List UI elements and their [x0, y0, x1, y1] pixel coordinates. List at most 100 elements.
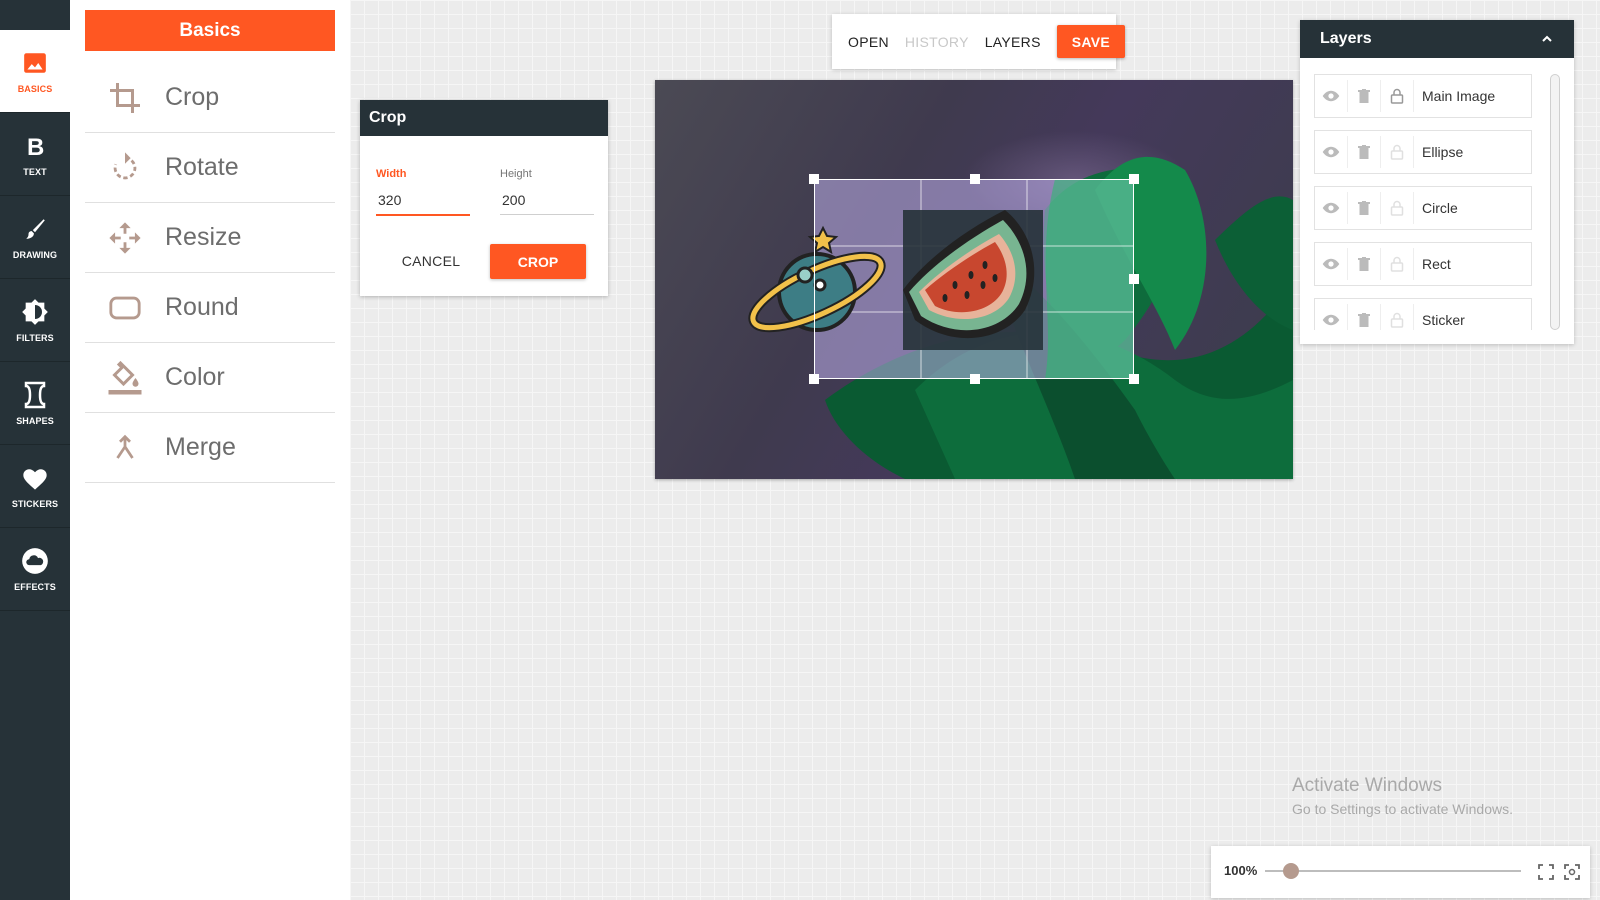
rotate-icon [85, 151, 165, 185]
nav-shapes-label: SHAPES [16, 416, 54, 426]
zoom-slider-track[interactable] [1265, 870, 1521, 872]
tool-merge[interactable]: Merge [85, 413, 335, 483]
layers-header: Layers [1300, 20, 1574, 58]
crop-handle-right[interactable] [1129, 274, 1139, 284]
layer-name: Circle [1422, 200, 1458, 216]
nav-drawing[interactable]: DRAWING [0, 196, 70, 279]
left-nav-rail: BASICS B TEXT DRAWING FILTERS SHAPES STI… [0, 0, 70, 900]
delete-trash-icon[interactable] [1348, 187, 1380, 229]
crop-handle-bottom[interactable] [970, 374, 980, 384]
lock-icon[interactable] [1381, 131, 1413, 173]
shape-icon [23, 380, 47, 410]
visibility-eye-icon[interactable] [1315, 299, 1347, 330]
layer-name: Rect [1422, 256, 1451, 272]
delete-trash-icon[interactable] [1348, 243, 1380, 285]
layer-row[interactable]: Rect [1314, 242, 1532, 286]
save-button[interactable]: SAVE [1056, 25, 1126, 58]
layers-scroll-thumb[interactable] [1550, 74, 1560, 330]
chevron-up-icon[interactable] [1540, 32, 1554, 51]
cancel-button[interactable]: CANCEL [388, 244, 474, 278]
nav-stickers[interactable]: STICKERS [0, 445, 70, 528]
tool-round-label: Round [165, 293, 239, 321]
zoom-slider-thumb[interactable] [1282, 863, 1299, 879]
fill-color-icon [85, 360, 165, 396]
image-canvas[interactable] [655, 80, 1293, 479]
tool-crop[interactable]: Crop [85, 63, 335, 133]
tool-crop-label: Crop [165, 83, 220, 111]
nav-stickers-label: STICKERS [11, 499, 59, 509]
tool-color-label: Color [165, 363, 225, 391]
layers-list: Main Image Ellipse Circle Rect Sticker [1314, 74, 1532, 330]
delete-trash-icon[interactable] [1348, 131, 1380, 173]
crop-selection-box[interactable] [809, 174, 1139, 384]
layer-row[interactable]: Ellipse [1314, 130, 1532, 174]
zoom-value: 100% [1224, 863, 1258, 878]
layer-name: Sticker [1422, 312, 1465, 328]
layer-row[interactable]: Circle [1314, 186, 1532, 230]
width-label: Width [376, 168, 407, 180]
nav-drawing-label: DRAWING [12, 250, 58, 260]
nav-basics-label: BASICS [17, 84, 53, 94]
layers-button[interactable]: LAYERS [985, 34, 1041, 50]
lock-icon[interactable] [1381, 75, 1413, 117]
height-label: Height [500, 168, 532, 180]
brush-icon [22, 214, 48, 244]
tool-color[interactable]: Color [85, 343, 335, 413]
visibility-eye-icon[interactable] [1315, 75, 1347, 117]
nav-filters[interactable]: FILTERS [0, 279, 70, 362]
layer-row[interactable]: Sticker [1314, 298, 1532, 330]
zoom-bar: 100% [1211, 846, 1590, 898]
basics-panel: Basics Crop Rotate Resize Round Color Me… [70, 0, 350, 900]
crop-icon [85, 80, 165, 116]
crop-dialog: Crop Width Height CANCEL CROP [360, 100, 608, 296]
lock-icon[interactable] [1381, 243, 1413, 285]
height-field: Height [500, 168, 594, 215]
nav-text-label: TEXT [23, 167, 47, 177]
brightness-icon [21, 297, 49, 327]
visibility-eye-icon[interactable] [1315, 131, 1347, 173]
crop-handle-top[interactable] [970, 174, 980, 184]
fit-screen-icon[interactable] [1537, 863, 1555, 886]
nav-effects-label: EFFECTS [14, 582, 56, 592]
crop-handle-bottom-right[interactable] [1129, 374, 1139, 384]
layer-row[interactable]: Main Image [1314, 74, 1532, 118]
tool-resize[interactable]: Resize [85, 203, 335, 273]
crop-button[interactable]: CROP [490, 244, 586, 279]
cloud-icon [21, 546, 49, 576]
visibility-eye-icon[interactable] [1315, 187, 1347, 229]
heart-icon [21, 463, 49, 493]
layer-name: Main Image [1422, 88, 1496, 104]
crop-handle-top-left[interactable] [809, 174, 819, 184]
open-button[interactable]: OPEN [848, 34, 889, 50]
crop-handle-bottom-left[interactable] [809, 374, 819, 384]
tool-round[interactable]: Round [85, 273, 335, 343]
svg-text:B: B [27, 134, 44, 158]
layer-name: Ellipse [1422, 144, 1464, 160]
layers-title: Layers [1320, 30, 1372, 47]
image-icon [22, 48, 48, 78]
delete-trash-icon[interactable] [1348, 299, 1380, 330]
crop-handle-top-right[interactable] [1129, 174, 1139, 184]
actual-size-icon[interactable] [1563, 863, 1581, 886]
visibility-eye-icon[interactable] [1315, 243, 1347, 285]
tool-merge-label: Merge [165, 433, 236, 461]
top-toolbar: OPEN HISTORY LAYERS SAVE [832, 14, 1126, 69]
nav-basics[interactable]: BASICS [0, 30, 70, 113]
bold-icon: B [24, 131, 46, 161]
history-button[interactable]: HISTORY [905, 34, 969, 50]
tool-rotate-label: Rotate [165, 153, 239, 181]
nav-effects[interactable]: EFFECTS [0, 528, 70, 611]
width-field: Width [376, 168, 470, 216]
layers-scrollbar[interactable] [1550, 74, 1560, 330]
rail-spacer [0, 0, 70, 30]
width-input[interactable] [376, 192, 470, 216]
nav-shapes[interactable]: SHAPES [0, 362, 70, 445]
panel-title: Basics [85, 10, 335, 51]
lock-icon[interactable] [1381, 187, 1413, 229]
activation-watermark-title: Activate Windows [1292, 775, 1442, 796]
height-input[interactable] [500, 192, 594, 215]
nav-text[interactable]: B TEXT [0, 113, 70, 196]
lock-icon[interactable] [1381, 299, 1413, 330]
delete-trash-icon[interactable] [1348, 75, 1380, 117]
tool-rotate[interactable]: Rotate [85, 133, 335, 203]
